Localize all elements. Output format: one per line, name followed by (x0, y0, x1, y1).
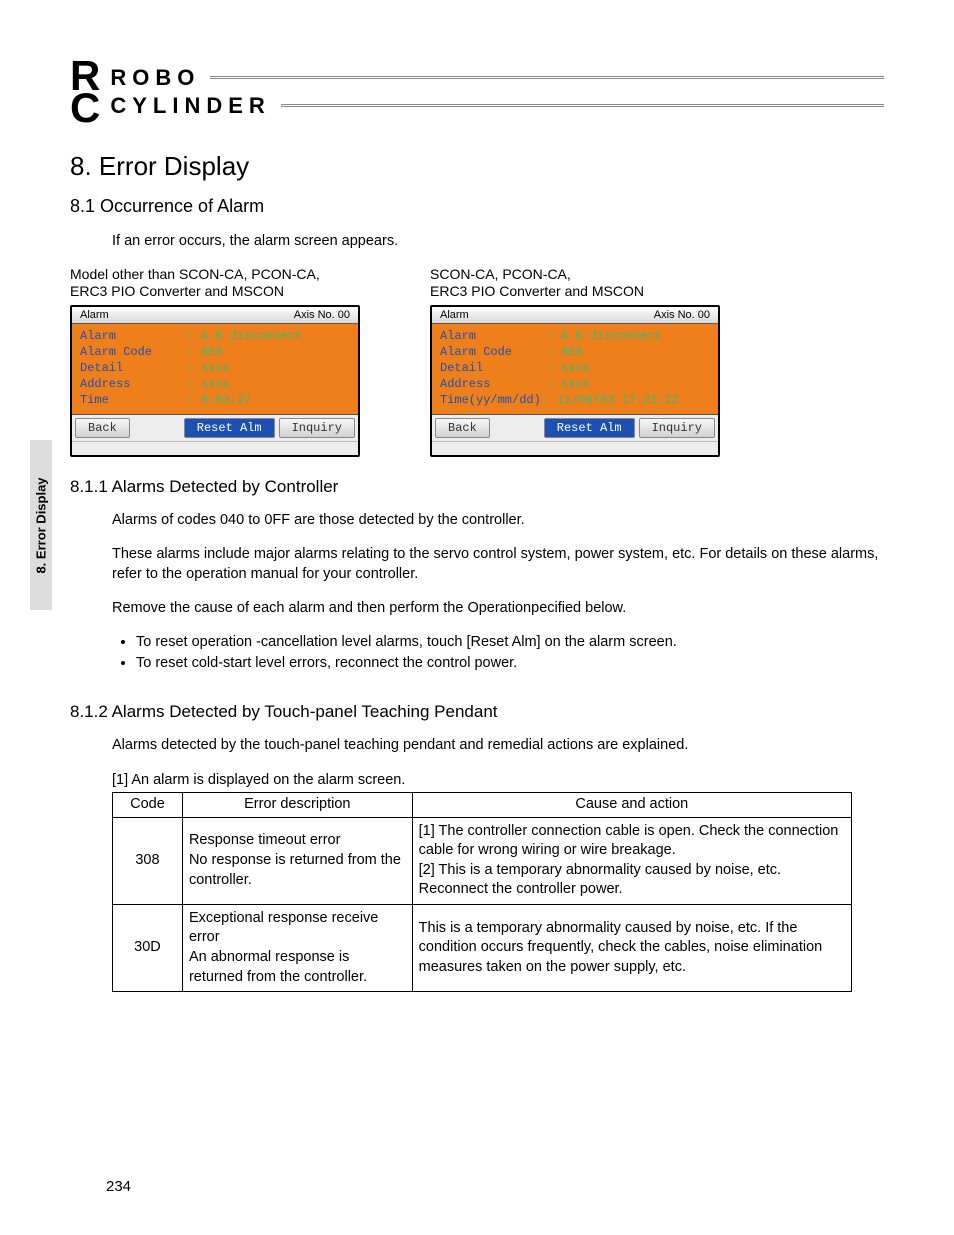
reset-alarm-button[interactable]: Reset Alm (544, 418, 635, 438)
alarm-row: Detail:xxxx (80, 360, 350, 376)
alarm-screens-row: Model other than SCON-CA, PCON-CA, ERC3 … (70, 266, 884, 457)
cell-desc: Exceptional response receive error An ab… (182, 904, 412, 991)
alarm-row: Time(yy/mm/dd):11/08/03 17:21:22 (440, 392, 710, 408)
reset-steps-list: To reset operation -cancellation level a… (136, 633, 884, 674)
alarm-screen-left-axis: Axis No. 00 (294, 309, 350, 321)
alarm-table-caption: [1] An alarm is displayed on the alarm s… (112, 771, 884, 791)
reset-alarm-button[interactable]: Reset Alm (184, 418, 275, 438)
brand-initial-c: C (70, 92, 98, 124)
back-button[interactable]: Back (75, 418, 130, 438)
alarm-row: Alarm Code:0E8 (440, 344, 710, 360)
table-row: 308 Response timeout error No response i… (113, 817, 852, 904)
th-cause: Cause and action (412, 793, 851, 818)
alarm-screen-left-buttons: Back Reset Alm Inquiry (72, 414, 358, 441)
section-8-1-2-heading: 8.1.2 Alarms Detected by Touch-panel Tea… (70, 702, 884, 722)
alarm-row: Address:xxxx (440, 376, 710, 392)
section-8-1-1-heading: 8.1.1 Alarms Detected by Controller (70, 477, 884, 497)
section-8-1-intro: If an error occurs, the alarm screen app… (112, 232, 884, 252)
alarm-screen-right-body: Alarm:A.B disconnect Alarm Code:0E8 Deta… (432, 324, 718, 414)
cell-code: 30D (113, 904, 183, 991)
cell-desc: Response timeout error No response is re… (182, 817, 412, 904)
alarm-screen-left-label: Model other than SCON-CA, PCON-CA, ERC3 … (70, 266, 390, 301)
text-8-1-1-p2: These alarms include major alarms relati… (112, 545, 884, 584)
alarm-row: Alarm:A.B disconnect (440, 328, 710, 344)
brand-rule-top (210, 76, 884, 79)
alarm-screen-left-title: Alarm (80, 309, 109, 321)
chapter-heading: 8. Error Display (70, 151, 884, 182)
page-number: 234 (106, 1178, 131, 1195)
section-8-1-heading: 8.1 Occurrence of Alarm (70, 196, 884, 217)
list-item: To reset operation -cancellation level a… (136, 633, 884, 653)
alarm-screen-left-footer (72, 441, 358, 455)
alarm-row: Alarm:A.B disconnect (80, 328, 350, 344)
text-8-1-1-p1: Alarms of codes 040 to 0FF are those det… (112, 511, 884, 531)
alarm-screen-right-label: SCON-CA, PCON-CA, ERC3 PIO Converter and… (430, 266, 750, 301)
side-section-tab-label: 8. Error Display (34, 477, 49, 573)
alarm-row: Time: 0:03:27 (80, 392, 350, 408)
brand-word-cylinder: CYLINDER (110, 93, 270, 119)
inquiry-button[interactable]: Inquiry (639, 418, 715, 438)
alarm-screen-right-footer (432, 441, 718, 455)
alarm-screen-left-body: Alarm:A.B disconnect Alarm Code:0E8 Deta… (72, 324, 358, 414)
alarm-screen-right-column: SCON-CA, PCON-CA, ERC3 PIO Converter and… (430, 266, 750, 457)
text-8-1-2-p1: Alarms detected by the touch-panel teach… (112, 736, 884, 756)
alarm-row: Detail:xxxx (440, 360, 710, 376)
alarm-screen-right-axis: Axis No. 00 (654, 309, 710, 321)
alarm-table: Code Error description Cause and action … (112, 792, 852, 992)
alarm-screen-left-column: Model other than SCON-CA, PCON-CA, ERC3 … (70, 266, 390, 457)
alarm-screen-right: Alarm Axis No. 00 Alarm:A.B disconnect A… (430, 305, 720, 457)
brand-word-robo: ROBO (110, 65, 200, 91)
back-button[interactable]: Back (435, 418, 490, 438)
th-desc: Error description (182, 793, 412, 818)
brand-logo: R C ROBO CYLINDER (70, 60, 884, 123)
alarm-screen-right-buttons: Back Reset Alm Inquiry (432, 414, 718, 441)
th-code: Code (113, 793, 183, 818)
cell-cause: [1] The controller connection cable is o… (412, 817, 851, 904)
alarm-screen-right-titlebar: Alarm Axis No. 00 (432, 307, 718, 324)
cell-cause: This is a temporary abnormality caused b… (412, 904, 851, 991)
table-header-row: Code Error description Cause and action (113, 793, 852, 818)
alarm-row: Address:xxxx (80, 376, 350, 392)
inquiry-button[interactable]: Inquiry (279, 418, 355, 438)
side-section-tab: 8. Error Display (30, 440, 52, 610)
brand-initials: R C (70, 60, 98, 123)
list-item: To reset cold-start level errors, reconn… (136, 654, 884, 674)
brand-rule-bot (281, 104, 884, 107)
brand-words: ROBO CYLINDER (110, 65, 884, 119)
table-row: 30D Exceptional response receive error A… (113, 904, 852, 991)
cell-code: 308 (113, 817, 183, 904)
alarm-row: Alarm Code:0E8 (80, 344, 350, 360)
alarm-screen-left: Alarm Axis No. 00 Alarm:A.B disconnect A… (70, 305, 360, 457)
text-8-1-1-p3: Remove the cause of each alarm and then … (112, 599, 884, 619)
alarm-screen-right-title: Alarm (440, 309, 469, 321)
alarm-screen-left-titlebar: Alarm Axis No. 00 (72, 307, 358, 324)
